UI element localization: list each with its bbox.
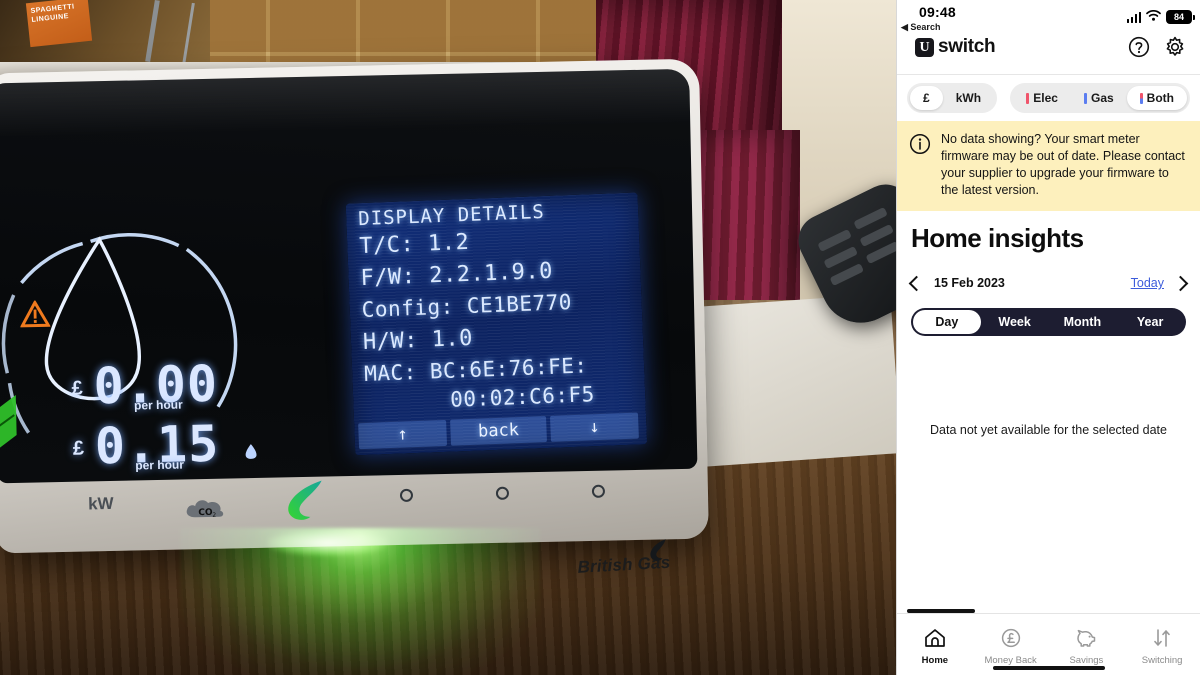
- period-month[interactable]: Month: [1049, 310, 1117, 334]
- flame-icon: [243, 443, 259, 463]
- svg-text:2: 2: [212, 512, 216, 519]
- elec-cost-unit: per hour: [133, 397, 183, 413]
- info-circle-icon: [909, 133, 931, 199]
- tab-switching[interactable]: Switching: [1124, 614, 1200, 675]
- active-tab-indicator: [907, 609, 975, 613]
- lcd-line-tc: T/C: 1.2: [358, 229, 470, 260]
- meter-button-2[interactable]: [495, 486, 510, 500]
- switch-arrows-icon: [1151, 628, 1173, 651]
- fuel-option-elec[interactable]: Elec: [1013, 86, 1071, 110]
- svg-text:CO: CO: [198, 508, 213, 518]
- phone-status-bar: 09:48 ◀ Search 84: [897, 0, 1200, 32]
- home-indicator-bar: [992, 666, 1105, 670]
- chevron-left-icon[interactable]: [908, 275, 925, 291]
- uswitch-logo-mark: U: [915, 37, 934, 57]
- uswitch-logo: U switch: [915, 36, 996, 58]
- brand-flame-icon: [646, 537, 669, 564]
- electricity-cost-row: £ 0.00 per hour: [71, 355, 282, 416]
- warning-triangle-icon: [19, 299, 51, 328]
- lcd-line-fw: F/W: 2.2.1.9.0: [360, 258, 554, 292]
- gas-currency-symbol: £: [72, 437, 85, 460]
- fuel-option-gas-label: Gas: [1090, 91, 1114, 105]
- bottom-tab-bar: Home Money Back Savings Switching: [897, 609, 1200, 675]
- status-time: 09:48: [919, 4, 956, 20]
- today-link[interactable]: Today: [1131, 276, 1164, 290]
- unit-option-pound[interactable]: £: [910, 86, 943, 110]
- tab-home-label: Home: [921, 654, 949, 666]
- lcd-button-bar: ↑ back ↓: [358, 410, 643, 451]
- empty-state-message: Data not yet available for the selected …: [930, 423, 1167, 437]
- uswitch-app-screen: 09:48 ◀ Search 84 U switch £ kWh Elec Ga…: [896, 0, 1200, 675]
- period-day[interactable]: Day: [913, 310, 981, 334]
- toggle-row: £ kWh Elec Gas Both: [897, 75, 1200, 121]
- meter-button-3[interactable]: [591, 484, 606, 498]
- lcd-line-config: Config: CE1BE770: [361, 289, 573, 323]
- chevron-right-icon[interactable]: [1172, 275, 1189, 291]
- lcd-down-button[interactable]: ↓: [549, 412, 639, 442]
- green-led-source: [268, 530, 388, 556]
- selected-date: 15 Feb 2023: [934, 276, 1005, 290]
- date-navigator: 15 Feb 2023 Today: [908, 272, 1189, 294]
- period-selector[interactable]: Day Week Month Year: [911, 308, 1186, 336]
- fuel-option-both[interactable]: Both: [1126, 86, 1187, 110]
- lcd-up-button[interactable]: ↑: [358, 419, 448, 450]
- app-header: U switch: [897, 30, 1200, 75]
- piggy-bank-icon: [1074, 628, 1098, 651]
- firmware-info-banner: No data showing? Your smart meter firmwa…: [897, 121, 1200, 211]
- cellular-signal-icon: [1126, 11, 1141, 23]
- elec-currency-symbol: £: [71, 377, 84, 400]
- tab-money-back-label: Money Back: [984, 654, 1037, 666]
- wifi-icon: [1146, 8, 1161, 26]
- app-main-content: Home insights 15 Feb 2023 Today Day Week…: [897, 211, 1200, 613]
- gas-cost-unit: per hour: [135, 457, 185, 473]
- page-title: Home insights: [911, 223, 1084, 253]
- battery-percent: 84: [1173, 12, 1184, 22]
- tab-home[interactable]: Home: [897, 614, 973, 675]
- fuel-option-elec-label: Elec: [1033, 91, 1058, 105]
- lcd-back-button[interactable]: back: [450, 416, 547, 446]
- smart-meter-photo: SPAGHETTI LINGUINE £ 0.00 per hour £ 0.1…: [0, 0, 896, 675]
- tab-switching-label: Switching: [1141, 654, 1183, 666]
- unit-option-kwh[interactable]: kWh: [943, 86, 994, 110]
- uswitch-logo-text: switch: [938, 36, 996, 57]
- pound-circle-icon: [1000, 628, 1022, 651]
- co2-cloud-icon: CO 2: [184, 495, 227, 522]
- meter-gauge-cluster: £ 0.00 per hour £ 0.15 per hour: [0, 217, 296, 483]
- lcd-line-mac-2: 00:02:C6:F5: [449, 382, 596, 412]
- battery-icon: 84: [1166, 10, 1195, 24]
- unit-toggle[interactable]: £ kWh: [907, 83, 998, 113]
- fuel-option-both-label: Both: [1146, 91, 1174, 105]
- header-actions: [1128, 36, 1186, 63]
- lcd-line-hw: H/W: 1.0: [362, 325, 474, 356]
- status-indicators: 84: [1126, 8, 1195, 26]
- meter-button-1[interactable]: [399, 488, 414, 502]
- help-circle-icon[interactable]: [1128, 36, 1150, 63]
- fuel-toggle[interactable]: Elec Gas Both: [1010, 83, 1190, 113]
- period-year[interactable]: Year: [1116, 310, 1184, 334]
- gear-icon[interactable]: [1164, 36, 1186, 63]
- home-icon: [924, 628, 946, 651]
- british-gas-flame-logo: [276, 476, 339, 525]
- tab-savings-label: Savings: [1069, 654, 1104, 666]
- kw-indicator: kW: [87, 493, 114, 514]
- fuel-option-gas[interactable]: Gas: [1071, 86, 1127, 110]
- banner-message: No data showing? Your smart meter firmwa…: [941, 132, 1185, 197]
- british-gas-smart-meter: £ 0.00 per hour £ 0.15 per hour DISPLAY …: [0, 58, 709, 577]
- lcd-line-mac-1: MAC: BC:6E:76:FE:: [363, 353, 588, 386]
- meter-lcd-screen: DISPLAY DETAILS T/C: 1.2 F/W: 2.2.1.9.0 …: [345, 192, 648, 456]
- period-week[interactable]: Week: [981, 310, 1049, 334]
- lcd-title: DISPLAY DETAILS: [357, 200, 546, 231]
